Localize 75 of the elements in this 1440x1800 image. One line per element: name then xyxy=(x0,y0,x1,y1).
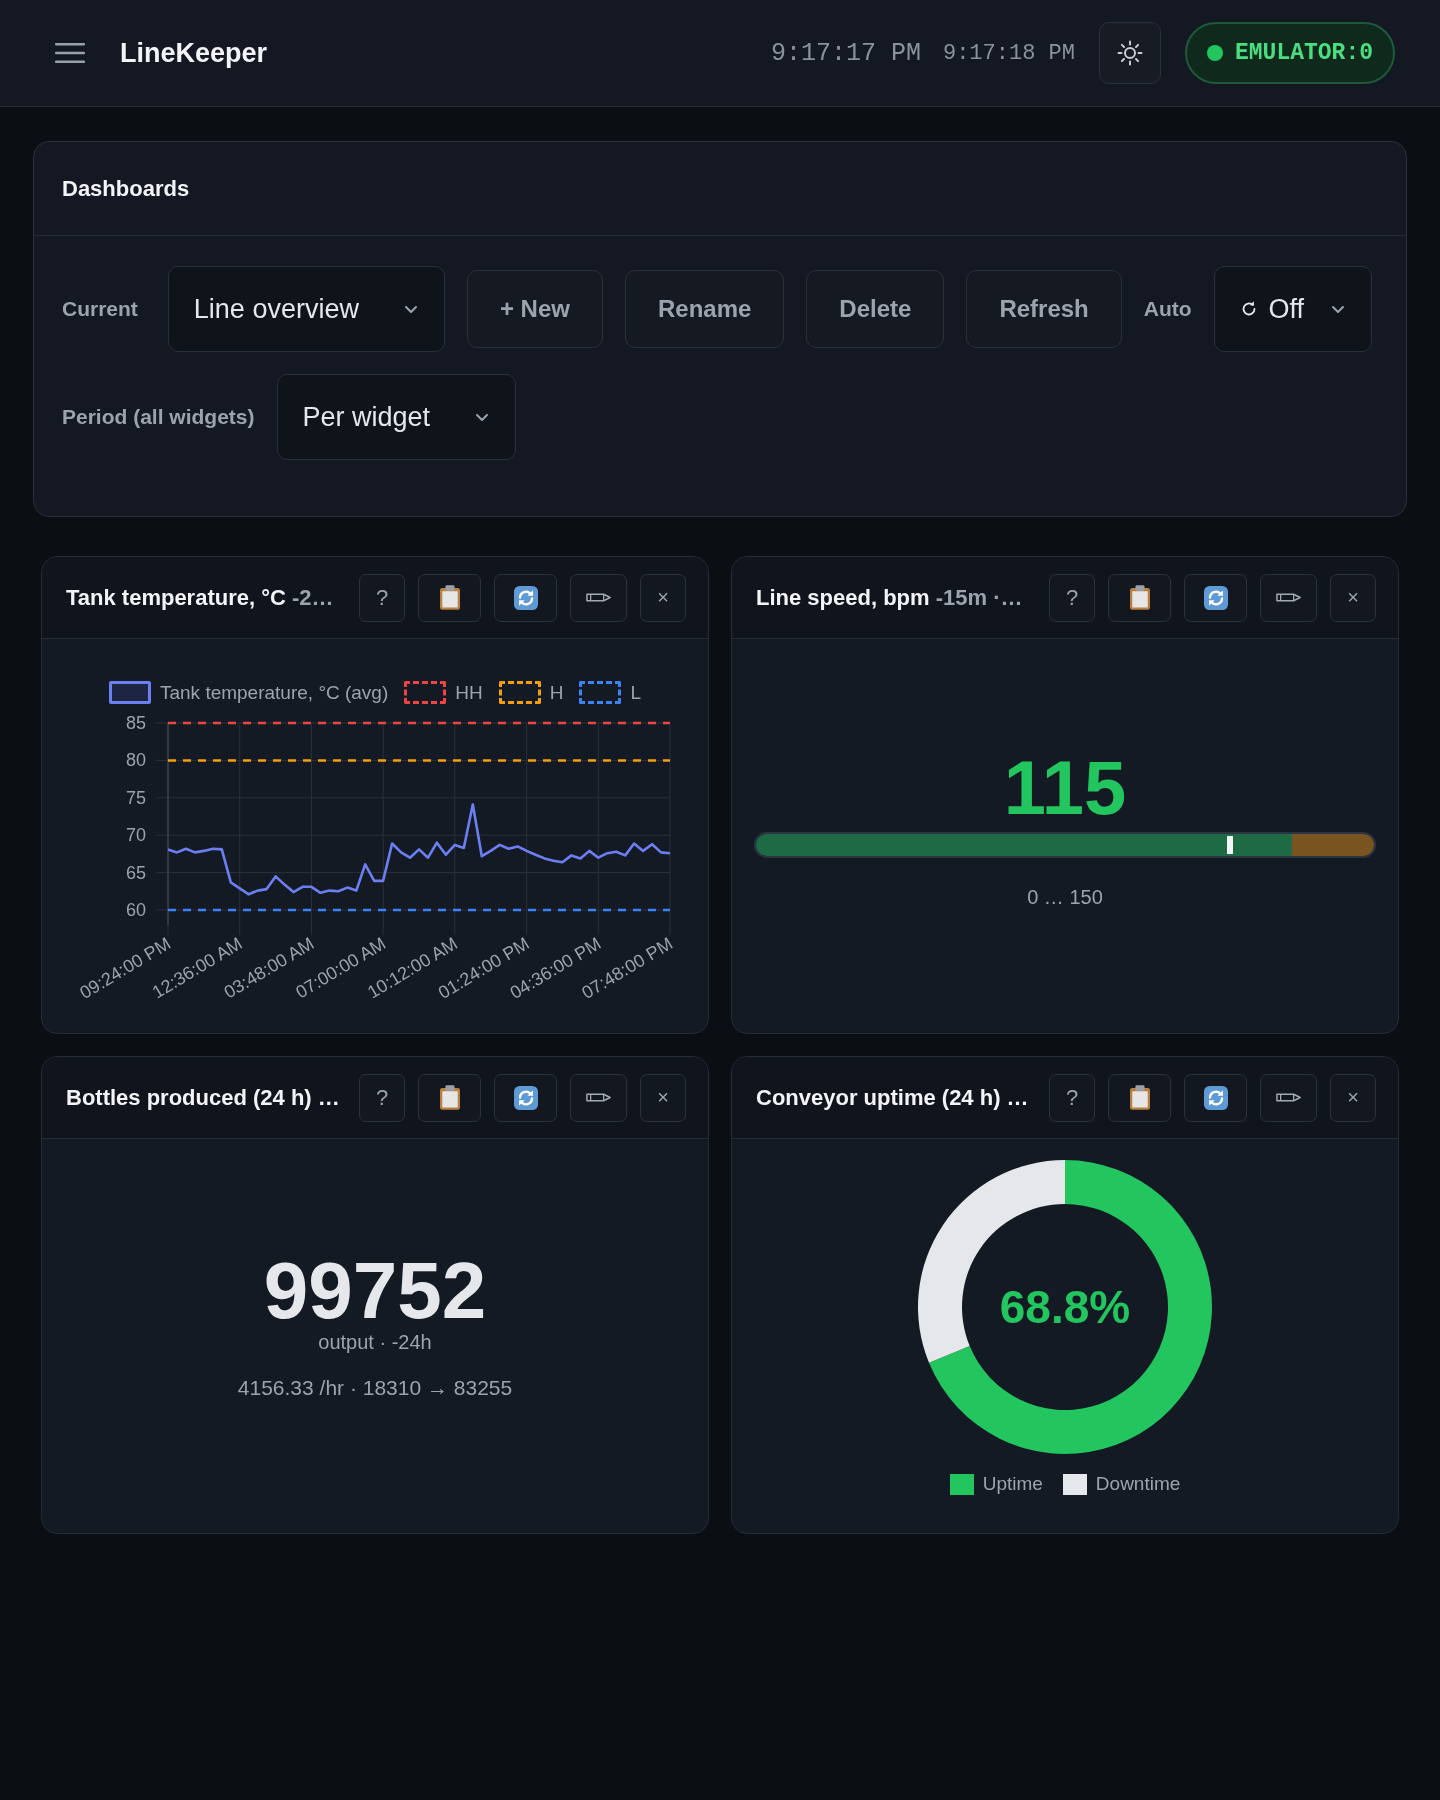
refresh-icon xyxy=(513,1085,538,1110)
connection-status-button[interactable]: EMULATOR:0 xyxy=(1184,22,1395,84)
edit-button[interactable] xyxy=(1260,573,1317,622)
menu-icon[interactable] xyxy=(55,42,85,64)
pencil-icon xyxy=(585,591,612,604)
legend-label: Uptime xyxy=(982,1473,1043,1495)
pencil-icon xyxy=(1275,1091,1302,1104)
period-select[interactable]: Per widget xyxy=(276,374,517,460)
clipboard-icon xyxy=(439,1085,460,1110)
help-button[interactable]: ? xyxy=(359,573,405,622)
field-label: Current xyxy=(62,297,138,321)
panel-title: Dashboards xyxy=(62,175,190,202)
refresh-button[interactable] xyxy=(1184,573,1247,622)
help-button[interactable]: ? xyxy=(359,1073,405,1122)
refresh-icon xyxy=(1203,1085,1228,1110)
toolbar-button[interactable]: Refresh xyxy=(966,270,1122,348)
legend-label: Tank temperature, °C (avg) xyxy=(159,681,389,704)
edit-button[interactable] xyxy=(570,1073,627,1122)
close-button[interactable]: × xyxy=(640,573,686,622)
gauge-range: 0 … 150 xyxy=(1027,885,1103,909)
dashboard-select[interactable]: Line overview xyxy=(167,266,445,352)
center-value: 68.8% xyxy=(999,1281,1131,1333)
axis-tick-label: 85 xyxy=(125,713,146,733)
legend-label: Downtime xyxy=(1095,1473,1181,1495)
legend-label: L xyxy=(630,681,642,704)
clipboard-button[interactable] xyxy=(418,573,481,622)
refresh-icon xyxy=(1203,585,1228,610)
refresh-icon xyxy=(513,585,538,610)
counter-detail: 4156.33 /hr · 18310 → 83255 xyxy=(237,1375,513,1400)
counter-value: 99752 xyxy=(263,1252,487,1329)
edit-button[interactable] xyxy=(1260,1073,1317,1122)
sun-icon xyxy=(1116,40,1143,66)
gauge-value: 115 xyxy=(1003,749,1127,826)
counter-caption: output · -24h xyxy=(318,1330,432,1354)
axis-tick-label: 65 xyxy=(125,862,146,883)
clock-time: 9:17:18 PM xyxy=(942,40,1075,66)
help-button[interactable]: ? xyxy=(1049,573,1095,622)
chevron-icon xyxy=(475,412,490,422)
toolbar-button[interactable]: Rename xyxy=(624,270,785,348)
refresh-button[interactable] xyxy=(1184,1073,1247,1122)
axis-tick-label: 80 xyxy=(125,750,146,771)
widget-title: Conveyor uptime (24 h) … xyxy=(756,1084,1030,1111)
chevron-icon xyxy=(403,304,418,314)
help-button[interactable]: ? xyxy=(1049,1073,1095,1122)
close-button[interactable]: × xyxy=(1330,573,1376,622)
widget-title: Line speed, bpm -15m ·… xyxy=(756,584,1024,611)
theme-toggle-button[interactable] xyxy=(1098,22,1161,84)
clipboard-button[interactable] xyxy=(1108,573,1171,622)
widget-title: Bottles produced (24 h) … xyxy=(66,1084,341,1111)
refresh-button[interactable] xyxy=(494,1073,557,1122)
toolbar-button[interactable]: Delete xyxy=(806,270,945,348)
clipboard-button[interactable] xyxy=(418,1073,481,1122)
clipboard-icon xyxy=(1129,1085,1150,1110)
axis-tick-label: 70 xyxy=(125,825,146,846)
clipboard-icon xyxy=(1129,585,1150,610)
close-button[interactable]: × xyxy=(640,1073,686,1122)
clipboard-button[interactable] xyxy=(1108,1073,1171,1122)
axis-tick-label: 75 xyxy=(125,787,146,808)
clipboard-icon xyxy=(439,585,460,610)
axis-tick-label: 60 xyxy=(125,900,146,921)
legend-label: H xyxy=(549,681,564,704)
legend-label: HH xyxy=(455,681,483,704)
edit-button[interactable] xyxy=(570,573,627,622)
close-button[interactable]: × xyxy=(1330,1073,1376,1122)
widget-title: Tank temperature, °C -2… xyxy=(66,584,335,611)
chevron-icon xyxy=(1331,304,1346,314)
field-label: Period (all widgets) xyxy=(62,405,255,429)
toolbar-button[interactable]: + New xyxy=(466,270,603,348)
refresh-button[interactable] xyxy=(494,573,557,622)
auto-refresh-select[interactable]: Off xyxy=(1213,266,1373,352)
app-title: LineKeeper xyxy=(120,37,268,69)
pencil-icon xyxy=(585,1091,612,1104)
clock-time: 9:17:17 PM xyxy=(770,38,921,68)
pencil-icon xyxy=(1275,591,1302,604)
field-label: Auto xyxy=(1143,297,1192,321)
